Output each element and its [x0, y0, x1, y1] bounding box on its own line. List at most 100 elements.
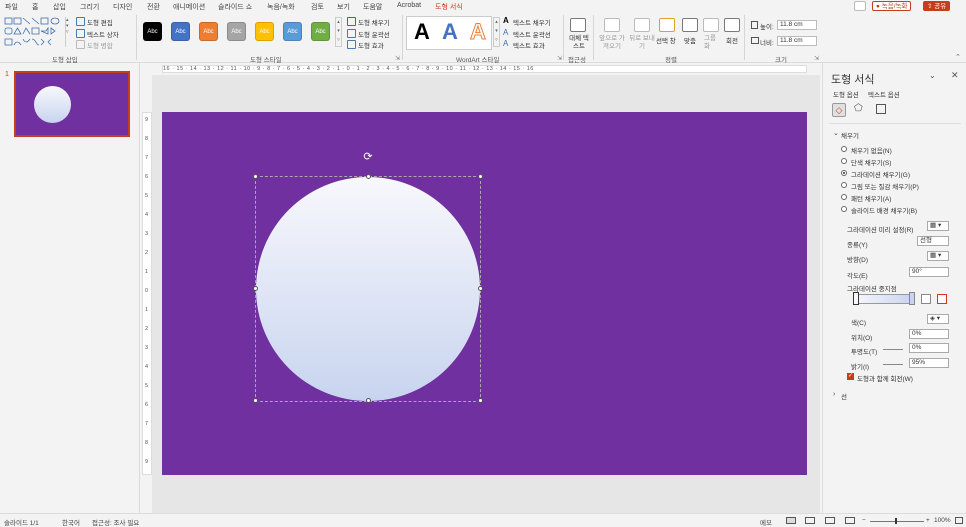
record-button[interactable]: ● 녹음/녹화 — [872, 1, 912, 11]
shape-effects-button[interactable]: 도형 효과 — [358, 40, 384, 50]
wordart-style-blue[interactable]: A — [442, 19, 458, 45]
shape-gallery-scroll[interactable]: ▴ ▾ ▿ — [65, 17, 71, 47]
collapse-ribbon-icon[interactable]: ⌃ — [955, 53, 961, 61]
shape-style-green[interactable]: Abc — [311, 22, 330, 41]
fill-option-radio-0[interactable] — [841, 146, 847, 152]
tab-text-options[interactable]: 텍스트 옵션 — [868, 89, 900, 99]
stop-color-dropdown[interactable]: ◈ ▾ — [927, 314, 949, 324]
tab-shape-options[interactable]: 도형 옵션 — [833, 89, 859, 99]
effects-icon[interactable]: ⬠ — [854, 103, 866, 115]
stop-brightness-input[interactable]: 95% — [909, 358, 949, 368]
menu-acrobat[interactable]: Acrobat — [397, 2, 421, 9]
resize-handle-top-right[interactable] — [478, 174, 483, 179]
zoom-slider-thumb[interactable] — [895, 518, 897, 524]
menu-design[interactable]: 디자인 — [113, 2, 132, 12]
rotate-handle-icon[interactable]: ⟳ — [362, 152, 374, 164]
shape-style-lightblue[interactable]: Abc — [283, 22, 302, 41]
comment-icon[interactable] — [854, 1, 866, 11]
wordart-style-orange-outline[interactable]: A — [470, 19, 487, 45]
resize-handle-left[interactable] — [253, 286, 258, 291]
stop-position-input[interactable]: 0% — [909, 329, 949, 339]
text-outline-button[interactable]: 텍스트 윤곽선 — [513, 29, 551, 39]
pane-options-chevron-icon[interactable]: ⌄ — [929, 71, 936, 80]
wordart-launcher-icon[interactable]: ⇲ — [557, 55, 562, 62]
text-box-button[interactable]: 텍스트 상자 — [87, 29, 119, 39]
align-button[interactable]: 맞춤 — [684, 35, 696, 45]
edit-shape-button[interactable]: 도형 편집 — [87, 17, 113, 27]
resize-handle-bottom[interactable] — [366, 398, 371, 403]
fit-to-window-icon[interactable] — [955, 517, 963, 524]
slide[interactable]: ⟳ — [162, 112, 807, 475]
gradient-stop-handle-1[interactable] — [909, 292, 915, 305]
fill-option-radio-1[interactable] — [841, 158, 847, 164]
slideshow-view-icon[interactable] — [845, 517, 855, 524]
size-properties-icon[interactable] — [876, 104, 886, 114]
resize-handle-top-left[interactable] — [253, 174, 258, 179]
menu-help[interactable]: 도움말 — [363, 2, 382, 12]
wordart-scroll[interactable]: ▴ ▾ ▿ — [493, 17, 500, 47]
zoom-out-icon[interactable]: − — [862, 517, 866, 524]
zoom-in-icon[interactable]: + — [926, 517, 930, 524]
fill-option-radio-4[interactable] — [841, 194, 847, 200]
share-button[interactable]: ⇧ 공유 — [923, 1, 951, 11]
shape-styles-scroll[interactable]: ▴ ▾ ▿ — [335, 17, 342, 47]
size-launcher-icon[interactable]: ⇲ — [814, 55, 819, 62]
slide-sorter-icon[interactable] — [805, 517, 815, 524]
line-section-chevron-icon[interactable]: › — [833, 391, 835, 398]
gradient-angle-input[interactable]: 90° — [909, 267, 949, 277]
resize-handle-top[interactable] — [366, 174, 371, 179]
gradient-type-dropdown[interactable]: 선형 — [917, 236, 949, 246]
text-effects-button[interactable]: 텍스트 효과 — [513, 40, 545, 50]
add-gradient-stop-icon[interactable] — [921, 294, 931, 304]
group-button[interactable]: 그룹화 — [704, 35, 718, 51]
menu-home[interactable]: 홈 — [32, 2, 38, 12]
fill-option-radio-5[interactable] — [841, 206, 847, 212]
menu-view[interactable]: 보기 — [337, 2, 350, 12]
fill-section-chevron-icon[interactable]: ⌄ — [833, 129, 839, 137]
resize-handle-bottom-left[interactable] — [253, 398, 258, 403]
shape-style-black[interactable]: Abc — [143, 22, 162, 41]
resize-handle-right[interactable] — [478, 286, 483, 291]
shape-fill-button[interactable]: 도형 채우기 — [358, 17, 390, 27]
slide-thumbnail[interactable] — [14, 71, 130, 137]
width-input[interactable]: 11.8 cm — [777, 36, 817, 46]
gradient-direction-dropdown[interactable]: ▦ ▾ — [927, 251, 949, 261]
zoom-slider[interactable] — [870, 521, 924, 522]
menu-review[interactable]: 검토 — [311, 2, 324, 12]
rotate-button[interactable]: 회전 — [726, 35, 738, 45]
shape-gallery[interactable] — [4, 17, 64, 51]
transparency-slider[interactable] — [883, 349, 903, 350]
height-input[interactable]: 11.8 cm — [777, 20, 817, 30]
gradient-preset-dropdown[interactable]: ▦ ▾ — [927, 221, 949, 231]
normal-view-icon[interactable] — [786, 517, 796, 524]
menu-transitions[interactable]: 전환 — [147, 2, 160, 12]
brightness-slider[interactable] — [883, 364, 903, 365]
resize-handle-bottom-right[interactable] — [478, 398, 483, 403]
stop-transparency-input[interactable]: 0% — [909, 343, 949, 353]
close-pane-icon[interactable]: ✕ — [951, 70, 959, 81]
menu-record[interactable]: 녹음/녹화 — [267, 2, 295, 12]
remove-gradient-stop-icon[interactable] — [937, 294, 947, 304]
menu-slideshow[interactable]: 슬라이드 쇼 — [218, 2, 252, 12]
bring-forward-button[interactable]: 앞으로 가져오기 — [597, 35, 627, 51]
fill-option-radio-3[interactable] — [841, 182, 847, 188]
shape-style-blue[interactable]: Abc — [171, 22, 190, 41]
gradient-circle-shape[interactable] — [256, 177, 480, 401]
send-backward-button[interactable]: 뒤로 보내기 — [629, 35, 655, 51]
menu-animations[interactable]: 애니메이션 — [173, 2, 205, 12]
selection-pane-button[interactable]: 선택 창 — [656, 35, 676, 45]
fill-option-radio-2[interactable] — [841, 170, 847, 176]
line-section-header[interactable]: 선 — [841, 391, 847, 401]
rotate-with-shape-checkbox[interactable]: ✓ — [847, 373, 854, 380]
shape-style-orange[interactable]: Abc — [199, 22, 218, 41]
text-fill-button[interactable]: 텍스트 채우기 — [513, 17, 551, 27]
shape-style-gray[interactable]: Abc — [227, 22, 246, 41]
menu-file[interactable]: 파일 — [5, 2, 18, 12]
merge-shapes-button[interactable]: 도형 병합 — [87, 40, 113, 50]
menu-insert[interactable]: 삽입 — [53, 2, 66, 12]
gradient-stops-bar[interactable] — [853, 294, 913, 304]
shape-outline-button[interactable]: 도형 윤곽선 — [358, 29, 390, 39]
shape-styles-launcher-icon[interactable]: ⇲ — [395, 55, 400, 62]
reading-view-icon[interactable] — [825, 517, 835, 524]
alt-text-button[interactable]: 대체 텍스트 — [568, 35, 590, 51]
